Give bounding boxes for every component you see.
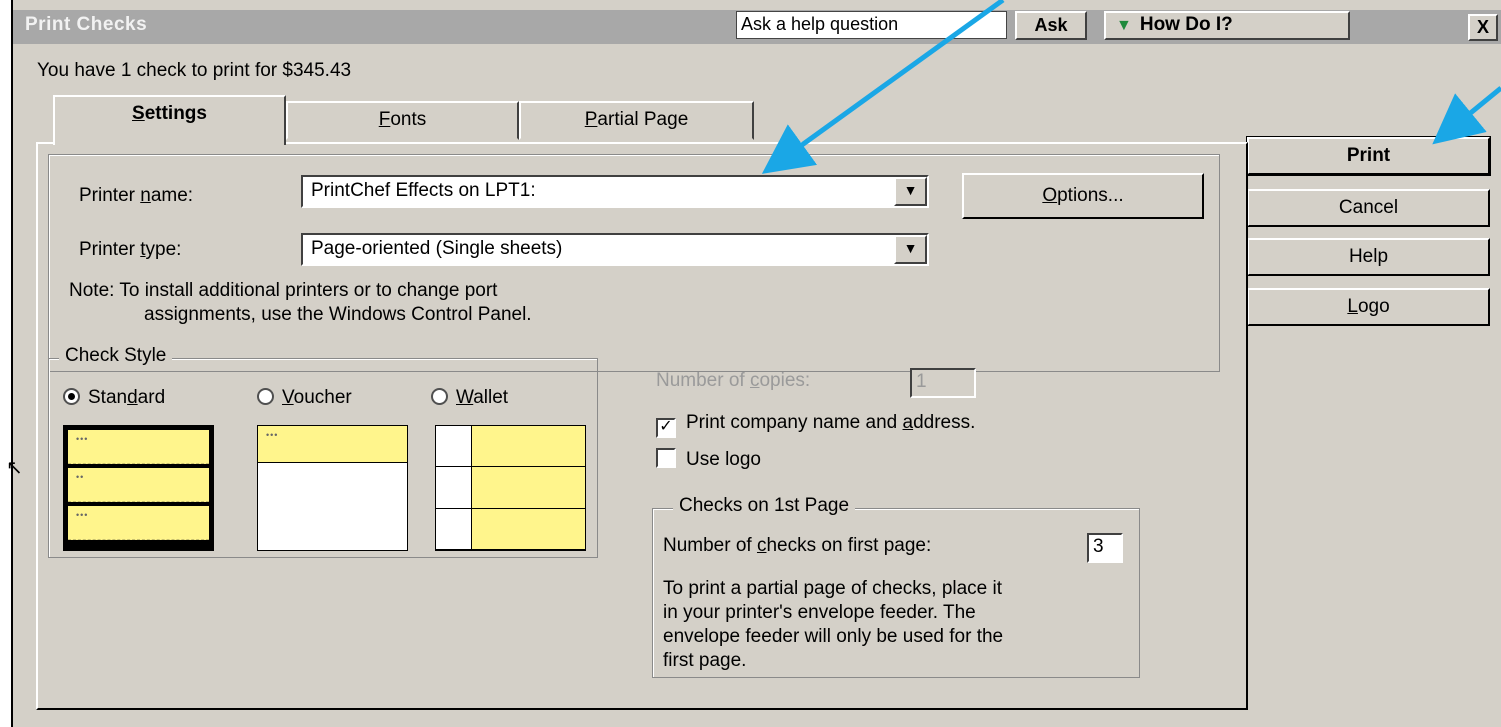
radio-wallet[interactable]: Wallet: [431, 387, 508, 409]
printer-name-label: Printer name:: [79, 185, 194, 206]
print-company-checkbox[interactable]: ✓ Print company name and address.: [656, 412, 975, 438]
window-title: Print Checks: [25, 14, 148, 35]
radio-voucher[interactable]: Voucher: [257, 387, 352, 409]
dropdown-arrow-icon[interactable]: ▼: [894, 235, 927, 264]
use-logo-checkbox[interactable]: Use logo: [656, 448, 761, 471]
check-style-group: Check Style Standard Voucher Wallet ••• …: [48, 345, 598, 558]
first-page-legend: Checks on 1st Page: [673, 495, 856, 517]
tab-fonts[interactable]: Fonts: [286, 101, 519, 140]
printer-type-label: Printer type:: [79, 239, 182, 260]
logo-button[interactable]: Logo: [1247, 288, 1490, 326]
how-do-i-button[interactable]: ▼ How Do I?: [1104, 11, 1350, 40]
voucher-check-preview[interactable]: •••: [257, 425, 408, 551]
cancel-button[interactable]: Cancel: [1247, 189, 1490, 227]
mouse-cursor-icon: ↖: [6, 457, 23, 479]
tab-partial-page[interactable]: Partial Page: [519, 101, 754, 140]
settings-panel: Printer name: PrintChef Effects on LPT1:…: [36, 142, 1248, 710]
check-style-legend: Check Style: [59, 345, 173, 367]
tab-settings[interactable]: Settings: [53, 95, 286, 145]
radio-unselected-icon: [431, 388, 448, 405]
partial-page-note: To print a partial page of checks, place…: [663, 578, 1004, 671]
title-bar: Print Checks Ask a help question Ask ▼ Ho…: [13, 10, 1501, 44]
dropdown-arrow-icon[interactable]: ▼: [894, 177, 927, 206]
help-button[interactable]: Help: [1247, 238, 1490, 276]
ask-button[interactable]: Ask: [1015, 11, 1087, 40]
copies-label: Number of copies:: [656, 370, 811, 391]
help-question-input[interactable]: Ask a help question: [736, 11, 1007, 39]
checkmark-icon: ✓: [656, 418, 676, 438]
print-checks-dialog: Print Checks Ask a help question Ask ▼ Ho…: [11, 0, 1501, 727]
options-button[interactable]: Options...: [962, 173, 1204, 219]
close-button[interactable]: X: [1468, 14, 1498, 41]
checks-on-first-page-label: Number of checks on first page:: [663, 535, 932, 556]
wallet-check-preview[interactable]: [435, 425, 586, 551]
print-button[interactable]: Print: [1246, 136, 1491, 176]
radio-standard[interactable]: Standard: [63, 387, 165, 409]
how-do-i-label: How Do I?: [1139, 14, 1233, 35]
radio-selected-icon: [63, 388, 80, 405]
first-page-group: Checks on 1st Page Number of checks on f…: [652, 495, 1140, 678]
printer-type-select[interactable]: Page-oriented (Single sheets) ▼: [301, 233, 929, 266]
radio-unselected-icon: [257, 388, 274, 405]
printer-note: Note: To install additional printers or …: [69, 280, 532, 325]
check-summary: You have 1 check to print for $345.43: [37, 60, 352, 81]
triangle-down-icon: ▼: [1116, 17, 1132, 34]
copies-input[interactable]: 1: [910, 368, 976, 398]
checks-on-first-page-input[interactable]: 3: [1087, 533, 1123, 563]
printer-name-select[interactable]: PrintChef Effects on LPT1: ▼: [301, 175, 929, 208]
printer-group: Printer name: PrintChef Effects on LPT1:…: [48, 154, 1220, 372]
standard-check-preview[interactable]: ••• •• •••: [63, 425, 214, 551]
